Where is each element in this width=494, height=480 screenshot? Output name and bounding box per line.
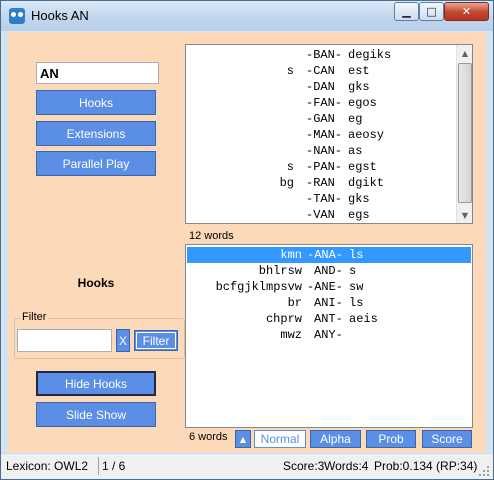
list-item[interactable]: s -PAN-egst <box>186 159 456 175</box>
scroll-down-arrow-icon[interactable]: ▼ <box>457 207 472 223</box>
sort-alpha-button[interactable]: Alpha <box>310 430 361 448</box>
list-item[interactable]: -GAN eg <box>186 111 456 127</box>
list-item[interactable]: -DAN gks <box>186 79 456 95</box>
minimize-button[interactable]: ▁ <box>394 2 419 21</box>
maximize-button[interactable]: □ <box>419 2 444 21</box>
status-prob: Prob:0.134 (RP:34) <box>374 459 478 473</box>
triangle-up-icon[interactable]: ▲ <box>235 430 251 448</box>
window-title: Hooks AN <box>31 8 89 23</box>
list-item[interactable]: s -CAN est <box>186 63 456 79</box>
list-item[interactable]: -FAN-egos <box>186 95 456 111</box>
list-item[interactable]: -NAN-as <box>186 143 456 159</box>
hooks-heading: Hooks <box>77 276 115 290</box>
status-bar: Lexicon: OWL2 1 / 6 Score:3 Words:4 Prob… <box>1 453 493 479</box>
title-bar[interactable]: Hooks AN ▁ □ ✕ <box>1 1 493 31</box>
status-lexicon: Lexicon: OWL2 <box>6 459 89 473</box>
minimize-icon: ▁ <box>402 5 411 18</box>
status-page: 1 / 6 <box>102 459 126 473</box>
list-item-selected[interactable]: kmn -ANA-ls <box>187 247 471 263</box>
close-button[interactable]: ✕ <box>444 2 489 21</box>
filter-group: Filter X Filter <box>14 311 185 359</box>
sort-score-button[interactable]: Score <box>422 430 472 448</box>
resize-grip-icon[interactable] <box>479 466 491 478</box>
hide-hooks-button[interactable]: Hide Hooks <box>36 371 156 396</box>
clear-filter-button[interactable]: X <box>116 329 130 352</box>
status-words: Words:4 <box>324 459 369 473</box>
list-item[interactable]: bhlrsw AND-s <box>187 263 471 279</box>
list-item[interactable]: br ANI-ls <box>187 295 471 311</box>
scroll-up-arrow-icon[interactable]: ▲ <box>457 45 472 61</box>
list-item[interactable]: mwz ANY- <box>187 327 471 343</box>
vertical-scrollbar[interactable]: ▲ ▼ <box>456 45 472 223</box>
hooks-button[interactable]: Hooks <box>36 90 156 115</box>
hooks-list-top[interactable]: -BAN-degiks s -CAN est -DAN gks -FAN-egos -… <box>185 44 473 224</box>
bottom-word-count: 6 words <box>189 431 228 443</box>
top-word-count: 12 words <box>189 230 234 242</box>
filter-input[interactable] <box>17 329 112 352</box>
owl-app-icon <box>9 8 25 24</box>
maximize-icon: □ <box>426 5 437 18</box>
list-item[interactable]: -TAN-gks <box>186 191 456 207</box>
sort-normal-button[interactable]: Normal <box>254 430 306 448</box>
app-window: Hooks AN ▁ □ ✕ Hooks Extensions Parallel… <box>0 0 494 480</box>
list-item[interactable]: -VAN egs <box>186 207 456 223</box>
word-input[interactable] <box>36 62 159 84</box>
status-divider <box>98 457 99 475</box>
filter-button[interactable]: Filter <box>134 330 178 351</box>
sort-prob-button[interactable]: Prob <box>366 430 416 448</box>
close-icon: ✕ <box>461 5 472 18</box>
list-item[interactable]: chprw ANT-aeis <box>187 311 471 327</box>
scrollbar-thumb[interactable] <box>458 63 472 203</box>
slide-show-button[interactable]: Slide Show <box>36 402 156 427</box>
filter-legend: Filter <box>20 311 49 323</box>
main-panel: Hooks Extensions Parallel Play Hooks Fil… <box>8 32 486 452</box>
parallel-play-button[interactable]: Parallel Play <box>36 151 156 176</box>
hooks-list-bottom[interactable]: kmn -ANA-ls bhlrsw AND-s bcfgjklmpsvw -ANE-… <box>185 244 473 428</box>
list-item[interactable]: bcfgjklmpsvw -ANE-sw <box>187 279 471 295</box>
status-score: Score:3 <box>283 459 325 473</box>
list-item[interactable]: -BAN-degiks <box>186 47 456 63</box>
list-item[interactable]: -MAN-aeosy <box>186 127 456 143</box>
list-item[interactable]: bg -RAN dgikt <box>186 175 456 191</box>
extensions-button[interactable]: Extensions <box>36 121 156 146</box>
